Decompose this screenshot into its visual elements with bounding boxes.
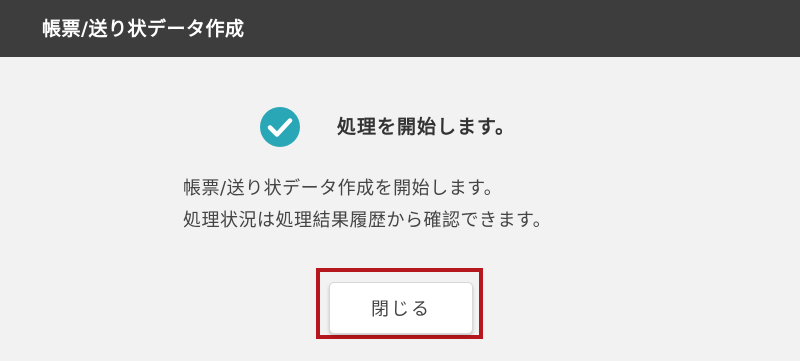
check-circle-icon <box>259 106 301 148</box>
info-message-line-1: 帳票/送り状データ作成を開始します。 <box>183 178 503 199</box>
info-message-line-2: 処理状況は処理結果履歴から確認できます。 <box>183 210 552 231</box>
dialog-title: 帳票/送り状データ作成 <box>42 18 245 40</box>
info-message: 帳票/送り状データ作成を開始します。 処理状況は処理結果履歴から確認できます。 <box>183 173 643 237</box>
close-button[interactable]: 閉じる <box>329 282 473 334</box>
status-message: 処理を開始します。 <box>337 116 516 138</box>
dialog-header: 帳票/送り状データ作成 <box>0 0 800 57</box>
